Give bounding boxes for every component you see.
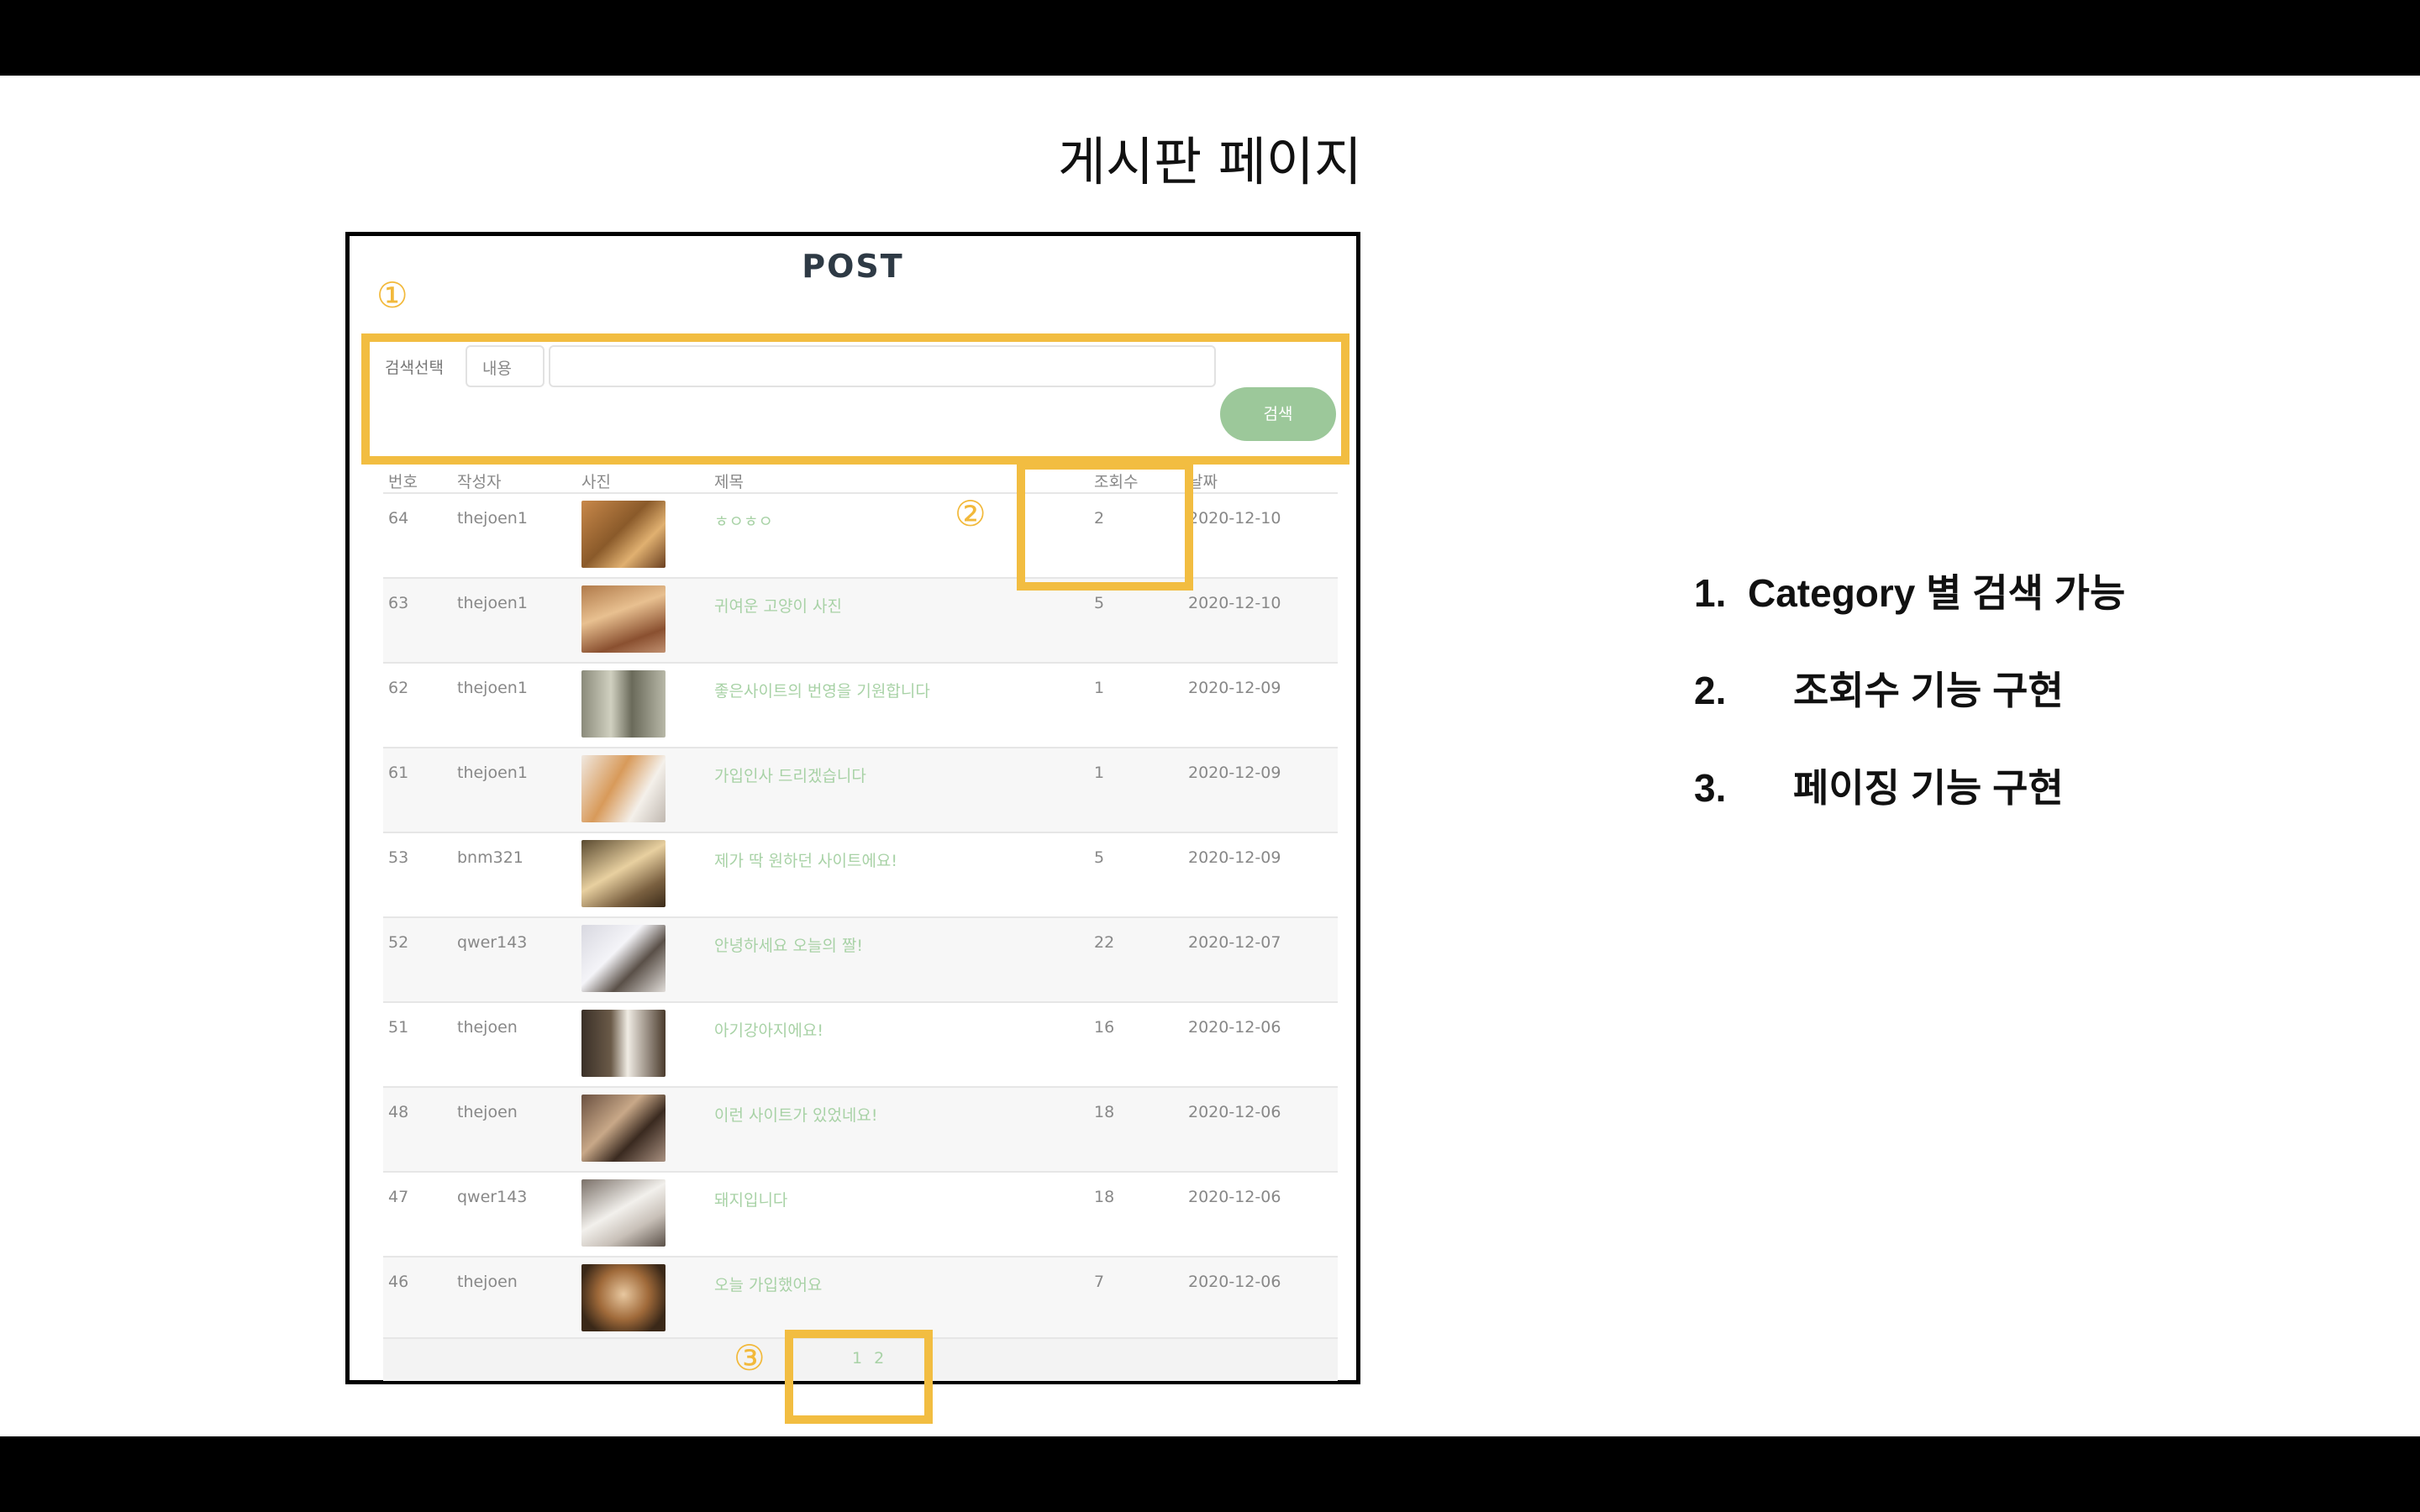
post-thumbnail[interactable] — [581, 670, 666, 738]
cell-date: 2020-12-09 — [1188, 764, 1281, 782]
cell-views: 18 — [1094, 1103, 1115, 1121]
feature-item-3: 3. 페이징 기능 구현 — [1694, 758, 2064, 813]
post-thumbnail[interactable] — [581, 1264, 666, 1331]
marker-1: ① — [376, 275, 408, 316]
cell-views: 1 — [1094, 679, 1105, 697]
board-title: POST — [802, 248, 904, 285]
cell-author: thejoen — [457, 1103, 518, 1121]
cell-views: 16 — [1094, 1018, 1115, 1037]
cell-no: 61 — [388, 764, 409, 782]
cell-no: 62 — [388, 679, 409, 697]
cell-no: 47 — [388, 1188, 409, 1206]
cell-date: 2020-12-10 — [1188, 594, 1281, 612]
cell-author: thejoen1 — [457, 509, 528, 528]
feature-item-2: 2. 조회수 기능 구현 — [1694, 660, 2064, 716]
post-thumbnail[interactable] — [581, 840, 666, 907]
post-thumbnail[interactable] — [581, 755, 666, 822]
post-table: 64 thejoen1 ㅎㅇㅎㅇ 2 2020-12-10 63 thejoen… — [383, 492, 1338, 1341]
cell-date: 2020-12-09 — [1188, 848, 1281, 867]
cell-date: 2020-12-07 — [1188, 933, 1281, 952]
post-thumbnail[interactable] — [581, 501, 666, 568]
feature-text: 조회수 기능 구현 — [1793, 669, 2064, 712]
feature-text: Category 별 검색 가능 — [1748, 571, 2126, 615]
feature-text: 페이징 기능 구현 — [1793, 766, 2064, 810]
post-thumbnail[interactable] — [581, 1095, 666, 1162]
cell-author: thejoen1 — [457, 594, 528, 612]
cell-title-link[interactable]: 제가 딱 원하던 사이트에요! — [714, 848, 897, 871]
marker-2: ② — [955, 493, 986, 534]
table-row: 61 thejoen1 가입인사 드리겠습니다 1 2020-12-09 — [383, 747, 1338, 832]
cell-no: 53 — [388, 848, 409, 867]
post-thumbnail[interactable] — [581, 1179, 666, 1247]
post-thumbnail[interactable] — [581, 1010, 666, 1077]
cell-title-link[interactable]: 좋은사이트의 번영을 기원합니다 — [714, 679, 930, 701]
cell-views: 5 — [1094, 848, 1105, 867]
cell-no: 52 — [388, 933, 409, 952]
cell-no: 48 — [388, 1103, 409, 1121]
post-thumbnail[interactable] — [581, 585, 666, 653]
highlight-pagination-box — [785, 1330, 933, 1424]
feature-number: 2. — [1694, 669, 1727, 712]
cell-author: thejoen1 — [457, 679, 528, 697]
cell-date: 2020-12-09 — [1188, 679, 1281, 697]
table-row: 51 thejoen 아기강아지에요! 16 2020-12-06 — [383, 1001, 1338, 1086]
cell-date: 2020-12-10 — [1188, 509, 1281, 528]
cell-date: 2020-12-06 — [1188, 1188, 1281, 1206]
feature-item-1: 1. Category 별 검색 가능 — [1694, 563, 2125, 618]
slide-title: 게시판 페이지 — [1058, 131, 1362, 192]
cell-author: qwer143 — [457, 1188, 528, 1206]
cell-date: 2020-12-06 — [1188, 1103, 1281, 1121]
cell-title-link[interactable]: 아기강아지에요! — [714, 1018, 823, 1041]
cell-title-link[interactable]: 귀여운 고양이 사진 — [714, 594, 842, 617]
table-row: 46 thejoen 오늘 가입했어요 7 2020-12-06 — [383, 1256, 1338, 1341]
cell-title-link[interactable]: 안녕하세요 오늘의 짤! — [714, 933, 863, 956]
col-header-no: 번호 — [388, 473, 418, 491]
cell-views: 18 — [1094, 1188, 1115, 1206]
feature-number: 3. — [1694, 766, 1727, 810]
cell-no: 51 — [388, 1018, 409, 1037]
cell-author: thejoen1 — [457, 764, 528, 782]
cell-author: qwer143 — [457, 933, 528, 952]
table-row: 48 thejoen 이런 사이트가 있었네요! 18 2020-12-06 — [383, 1086, 1338, 1171]
table-row: 47 qwer143 돼지입니다 18 2020-12-06 — [383, 1171, 1338, 1256]
table-row: 64 thejoen1 ㅎㅇㅎㅇ 2 2020-12-10 — [383, 492, 1338, 577]
cell-title-link[interactable]: 오늘 가입했어요 — [714, 1273, 822, 1295]
highlight-views-box — [1017, 461, 1193, 591]
cell-date: 2020-12-06 — [1188, 1273, 1281, 1291]
cell-no: 46 — [388, 1273, 409, 1291]
post-thumbnail[interactable] — [581, 925, 666, 992]
table-row: 62 thejoen1 좋은사이트의 번영을 기원합니다 1 2020-12-0… — [383, 662, 1338, 747]
table-row: 53 bnm321 제가 딱 원하던 사이트에요! 5 2020-12-09 — [383, 832, 1338, 916]
board-screenshot: POST ① 검색선택 내용 검색 번호 작성자 사진 제목 조회수 날짜 64… — [345, 232, 1360, 1424]
col-header-title: 제목 — [714, 473, 744, 491]
table-row: 52 qwer143 안녕하세요 오늘의 짤! 22 2020-12-07 — [383, 916, 1338, 1001]
cell-title-link[interactable]: 가입인사 드리겠습니다 — [714, 764, 866, 786]
marker-3: ③ — [734, 1337, 765, 1378]
table-row: 63 thejoen1 귀여운 고양이 사진 5 2020-12-10 — [383, 577, 1338, 662]
cell-views: 7 — [1094, 1273, 1105, 1291]
cell-views: 5 — [1094, 594, 1105, 612]
cell-author: bnm321 — [457, 848, 523, 867]
cell-no: 64 — [388, 509, 409, 528]
cell-views: 1 — [1094, 764, 1105, 782]
highlight-search-box — [361, 333, 1349, 465]
cell-title-link[interactable]: 이런 사이트가 있었네요! — [714, 1103, 878, 1126]
feature-number: 1. — [1694, 571, 1727, 615]
col-header-author: 작성자 — [457, 473, 502, 491]
cell-author: thejoen — [457, 1018, 518, 1037]
cell-date: 2020-12-06 — [1188, 1018, 1281, 1037]
cell-no: 63 — [388, 594, 409, 612]
col-header-photo: 사진 — [581, 473, 611, 491]
cell-title-link[interactable]: 돼지입니다 — [714, 1188, 787, 1210]
cell-author: thejoen — [457, 1273, 518, 1291]
slide: 게시판 페이지 POST ① 검색선택 내용 검색 번호 작성자 사진 제목 조… — [0, 76, 2420, 1436]
cell-views: 22 — [1094, 933, 1115, 952]
cell-title-link[interactable]: ㅎㅇㅎㅇ — [714, 509, 773, 532]
